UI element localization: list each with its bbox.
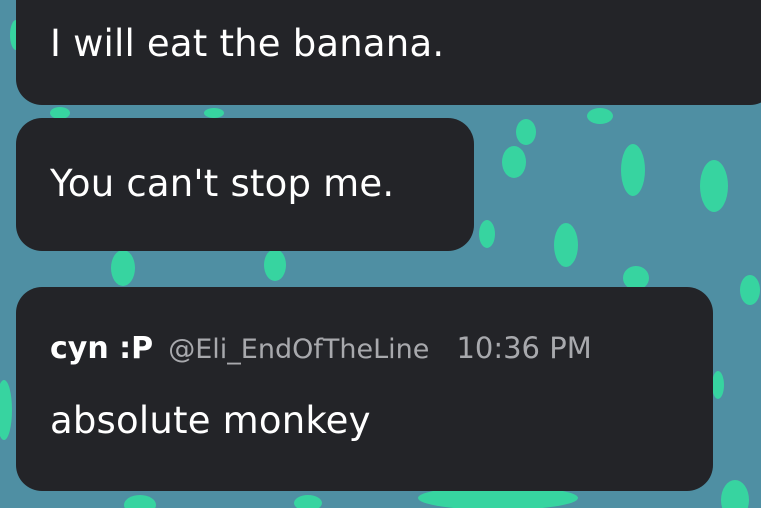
- message-text: I will eat the banana.: [50, 22, 445, 65]
- message-header: cyn :P @Eli_EndOfTheLine 10:36 PM: [50, 331, 592, 366]
- message-timestamp: 10:36 PM: [456, 331, 592, 365]
- message-bubble[interactable]: cyn :P @Eli_EndOfTheLine 10:36 PM absolu…: [16, 287, 713, 491]
- message-bubble[interactable]: I will eat the banana.: [16, 0, 761, 105]
- message-bubble[interactable]: You can't stop me.: [16, 118, 474, 251]
- message-text: You can't stop me.: [50, 162, 395, 205]
- author-name[interactable]: cyn :P: [50, 331, 153, 366]
- author-handle[interactable]: @Eli_EndOfTheLine: [168, 334, 429, 365]
- message-text: absolute monkey: [50, 399, 371, 442]
